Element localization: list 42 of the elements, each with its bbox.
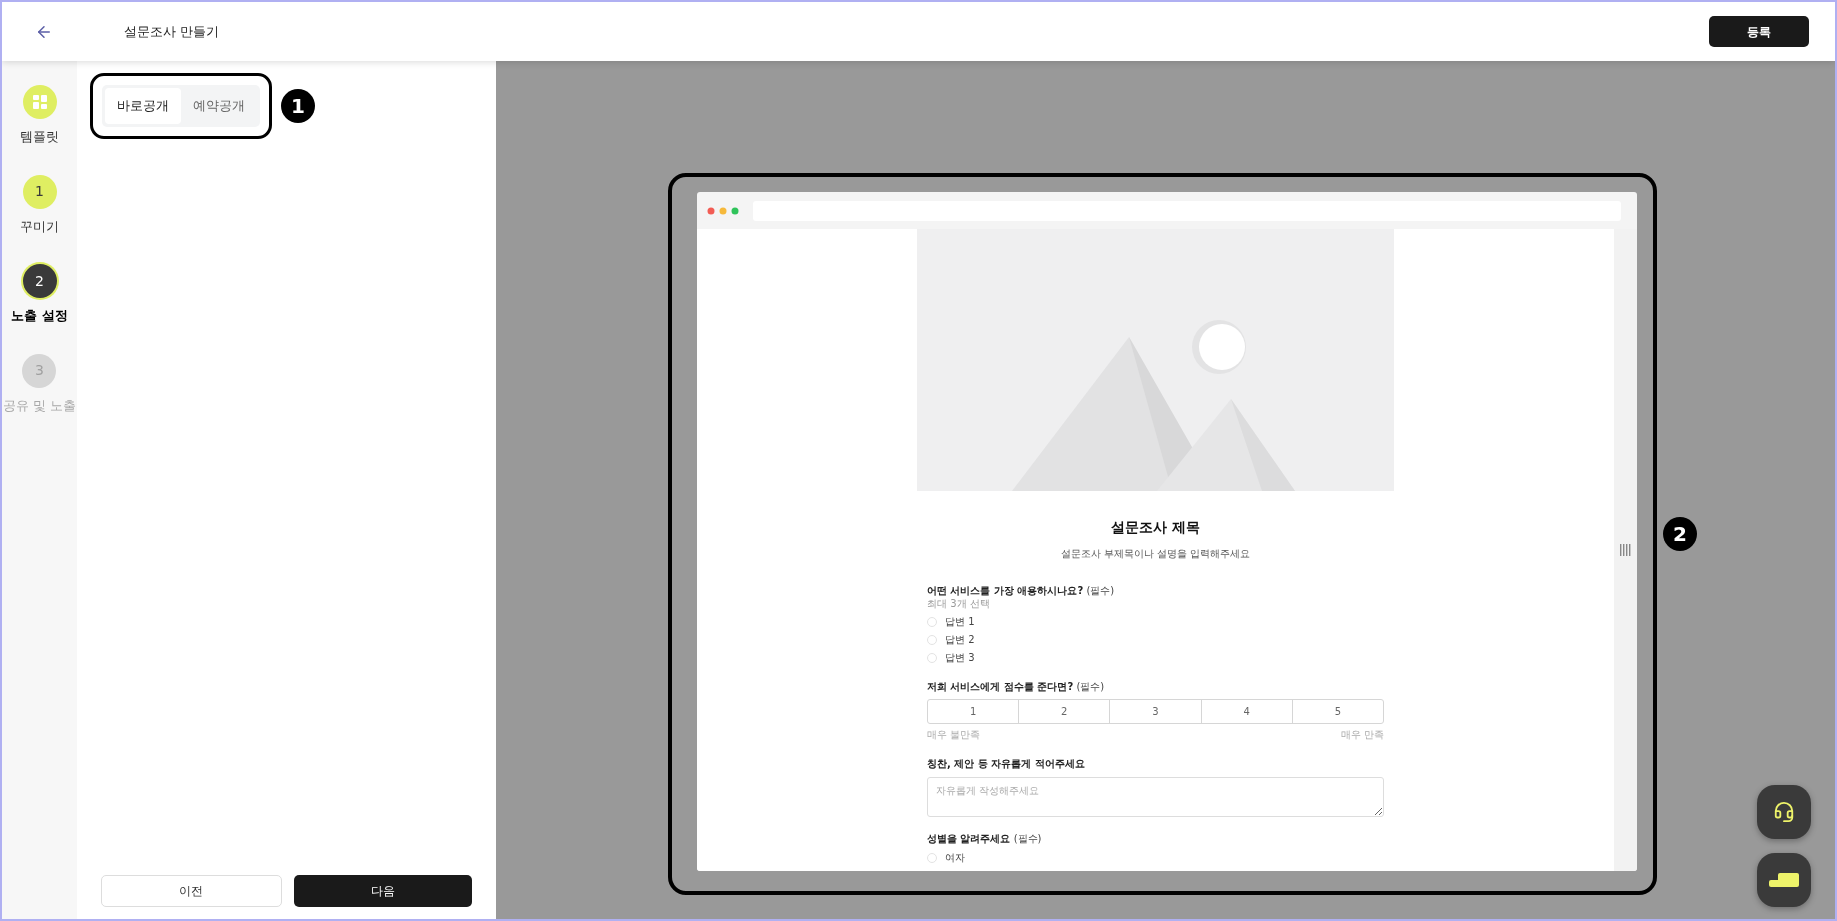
question-title: 저희 서비스에게 점수를 준다면? (필수) — [927, 680, 1106, 694]
question-title: 성별을 알려주세요 (필수) — [927, 832, 1043, 846]
callout-number: 1 — [281, 89, 315, 123]
survey-subtitle: 설문조사 부제목이나 설명을 입력해주세요 — [1059, 547, 1252, 561]
support-button[interactable] — [1757, 785, 1811, 839]
scale-option[interactable]: 1 — [928, 700, 1019, 723]
scale-option[interactable]: 2 — [1018, 700, 1110, 723]
step-label: 노출 설정 — [11, 307, 68, 325]
scale-option[interactable]: 3 — [1109, 700, 1201, 723]
step-label: 공유 및 노출 — [2, 396, 77, 415]
scale-high-label: 매우 만족 — [1340, 728, 1384, 742]
question-hint: 최대 3개 선택 — [927, 598, 991, 610]
radio-button[interactable] — [927, 616, 937, 627]
window-dots-icon — [707, 206, 739, 215]
radio-button[interactable] — [927, 652, 937, 663]
publish-tab[interactable]: 예약공개 — [181, 88, 257, 124]
grip-icon[interactable] — [1620, 544, 1631, 556]
radio-button[interactable] — [927, 852, 937, 863]
option-label: 여자 — [945, 851, 965, 865]
headset-icon — [1773, 801, 1795, 823]
answer-box[interactable]: 자유롭게 작성해주세요 — [927, 777, 1384, 817]
survey-title: 설문조사 제목 — [1110, 518, 1201, 537]
page-title: 설문조사 만들기 — [124, 22, 220, 41]
question-title: 어떤 서비스를 가장 애용하시나요? (필수) — [927, 584, 1116, 598]
scale-low-label: 매우 불만족 — [927, 728, 981, 742]
option-label: 답변 1 — [945, 615, 975, 629]
previous-button[interactable]: 이전 — [101, 875, 282, 907]
grid-icon — [31, 94, 48, 110]
option-label: 답변 3 — [945, 651, 975, 665]
option-label: 답변 2 — [945, 633, 975, 647]
scale-option[interactable]: 4 — [1200, 700, 1292, 723]
publish-tab[interactable]: 바로공개 — [105, 88, 181, 124]
register-button[interactable]: 등록 — [1709, 16, 1809, 47]
blocks-icon — [1768, 872, 1800, 888]
chat-button[interactable] — [1757, 853, 1811, 907]
callout-number: 2 — [1663, 517, 1697, 551]
scale-option[interactable]: 5 — [1291, 700, 1383, 723]
step-label: 꾸미기 — [20, 217, 59, 236]
radio-button[interactable] — [927, 634, 937, 645]
step-label: 템플릿 — [20, 128, 59, 146]
next-button[interactable]: 다음 — [293, 875, 472, 907]
question-title: 칭찬, 제안 등 자유롭게 적어주세요 — [927, 757, 1086, 771]
